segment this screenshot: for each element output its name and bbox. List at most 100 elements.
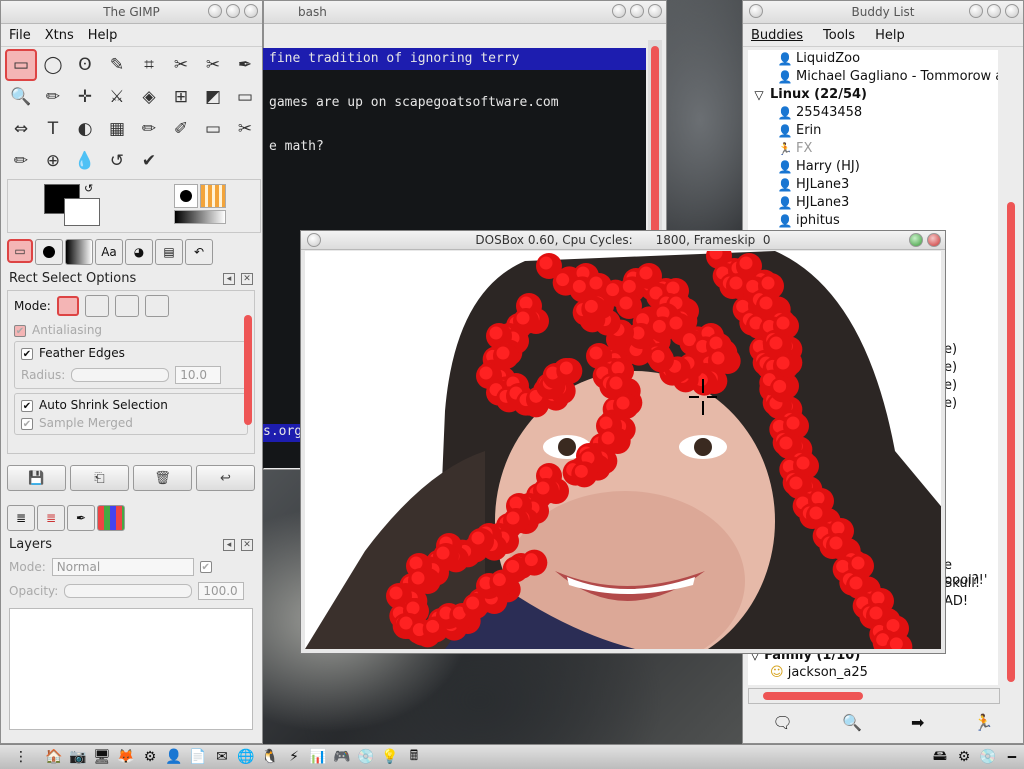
gimp-titlebar[interactable]: The GIMP [1, 1, 262, 24]
tool-8-icon[interactable]: 🔍 [5, 81, 37, 113]
menu-xtns[interactable]: Xtns [45, 28, 74, 43]
away-icon[interactable]: 🏃 [974, 713, 994, 732]
background-color-swatch[interactable] [64, 198, 100, 226]
save-options-button[interactable]: 💾 [7, 465, 66, 491]
taskbar-launcher-icon[interactable]: 💡 [379, 747, 401, 767]
buddy-row[interactable]: 👤 LiquidZoo [748, 50, 998, 68]
taskbar-launcher-icon[interactable]: 👤 [163, 747, 185, 767]
gradient-preview[interactable] [174, 210, 226, 224]
brush-preview[interactable] [174, 184, 198, 208]
tool-2-icon[interactable]: ʘ [69, 49, 101, 81]
mode-subtract-button[interactable] [114, 295, 139, 317]
mode-add-button[interactable] [84, 295, 109, 317]
taskbar-launcher-icon[interactable]: 💿 [355, 747, 377, 767]
tool-26-icon[interactable]: 💧 [69, 145, 101, 177]
dosbox-titlebar[interactable]: DOSBox 0.60, Cpu Cycles: 1800, Frameskip… [301, 231, 945, 250]
tray-icon[interactable]: 💿 [977, 747, 999, 767]
buddy-titlebar[interactable]: Buddy List [743, 1, 1023, 24]
family-buddy-row[interactable]: ☺ jackson_a25 [770, 665, 970, 683]
delete-options-button[interactable]: 🗑 [133, 465, 192, 491]
tool-7-icon[interactable]: ✒ [229, 49, 261, 81]
tool-18-icon[interactable]: ◐ [69, 113, 101, 145]
tool-3-icon[interactable]: ✎ [101, 49, 133, 81]
layer-mode-select[interactable]: Normal [51, 558, 194, 576]
maximize-button[interactable] [226, 4, 240, 18]
keep-transparency-checkbox[interactable]: ✔ [199, 561, 212, 573]
tab-channels-icon[interactable]: ≣ [37, 505, 65, 531]
tab-gradients-icon[interactable] [65, 239, 93, 265]
minimize-button[interactable] [969, 4, 983, 18]
maximize-button[interactable] [909, 233, 923, 247]
tool-6-icon[interactable]: ✂ [197, 49, 229, 81]
taskbar-launcher-icon[interactable]: 📷 [67, 747, 89, 767]
tool-11-icon[interactable]: ⚔ [101, 81, 133, 113]
layers-list[interactable] [9, 608, 253, 730]
panel-menu-icon[interactable]: ◂ [223, 272, 235, 285]
layers-menu-icon[interactable]: ◂ [223, 538, 235, 551]
tab-paths-icon[interactable]: ✒ [67, 505, 95, 531]
radius-field[interactable]: 10.0 [175, 366, 222, 384]
radius-slider[interactable] [71, 368, 170, 382]
auto-shrink-checkbox[interactable]: ✔ [21, 400, 33, 412]
buddy-group-row[interactable]: ▽ Linux (22/54) [748, 86, 998, 104]
buddy-row[interactable]: 👤 iphitus [748, 212, 998, 230]
buddy-scrollbar[interactable] [1004, 52, 1018, 684]
feather-edges-checkbox[interactable]: ✔ [21, 348, 33, 360]
send-im-icon[interactable]: 🗨 [773, 713, 793, 732]
pattern-preview[interactable] [200, 184, 226, 208]
tool-16-icon[interactable]: ⇔ [5, 113, 37, 145]
opacity-field[interactable]: 100.0 [198, 582, 245, 600]
reset-options-button[interactable]: ↩ [196, 465, 255, 491]
tool-0-icon[interactable]: ▭ [5, 49, 37, 81]
mode-intersect-button[interactable] [144, 295, 169, 317]
restore-options-button[interactable]: ⎗ [70, 465, 129, 491]
taskbar-launcher-icon[interactable]: 🖩 [403, 747, 425, 767]
buddy-row[interactable]: 👤 Michael Gagliano - Tommorow at [748, 68, 998, 86]
tool-10-icon[interactable]: ✛ [69, 81, 101, 113]
opacity-slider[interactable] [64, 584, 193, 598]
options-scrollbar[interactable] [244, 315, 252, 425]
tool-23-icon[interactable]: ✂ [229, 113, 261, 145]
tool-22-icon[interactable]: ▭ [197, 113, 229, 145]
tool-20-icon[interactable]: ✏ [133, 113, 165, 145]
tool-19-icon[interactable]: ▦ [101, 113, 133, 145]
taskbar-launcher-icon[interactable]: 🌐 [235, 747, 257, 767]
close-button[interactable] [1005, 4, 1019, 18]
window-menu-button[interactable] [749, 4, 763, 18]
close-button[interactable] [927, 233, 941, 247]
get-info-icon[interactable]: 🔍 [842, 713, 862, 732]
tool-12-icon[interactable]: ◈ [133, 81, 165, 113]
maximize-button[interactable] [630, 4, 644, 18]
tool-27-icon[interactable]: ↺ [101, 145, 133, 177]
tool-1-icon[interactable]: ◯ [37, 49, 69, 81]
layers-close-icon[interactable]: ✕ [241, 538, 253, 551]
taskbar-launcher-icon[interactable]: ✉ [211, 747, 233, 767]
tool-28-icon[interactable]: ✔ [133, 145, 165, 177]
window-menu-button[interactable] [307, 233, 321, 247]
menu-file[interactable]: File [9, 28, 31, 43]
taskbar-handle-icon[interactable]: ⋮ [1, 747, 41, 767]
menu-tools[interactable]: Tools [823, 28, 855, 43]
tool-13-icon[interactable]: ⊞ [165, 81, 197, 113]
tab-brushes-icon[interactable] [35, 239, 63, 265]
close-button[interactable] [648, 4, 662, 18]
panel-close-icon[interactable]: ✕ [241, 272, 253, 285]
taskbar-launcher-icon[interactable]: 🖥 [91, 747, 113, 767]
tool-5-icon[interactable]: ✂ [165, 49, 197, 81]
menu-buddies[interactable]: Buddies [751, 28, 803, 43]
taskbar-launcher-icon[interactable]: 🦊 [115, 747, 137, 767]
tab-palettes-icon[interactable]: ◕ [125, 239, 153, 265]
tab-fonts-icon[interactable]: Aa [95, 239, 123, 265]
tool-21-icon[interactable]: ✐ [165, 113, 197, 145]
tool-4-icon[interactable]: ⌗ [133, 49, 165, 81]
tab-layers-icon[interactable]: ≣ [7, 505, 35, 531]
buddy-row[interactable]: 👤 Erin [748, 122, 998, 140]
minimize-button[interactable] [208, 4, 222, 18]
buddy-row[interactable]: 👤 25543458 [748, 104, 998, 122]
tab-indexed-palette-icon[interactable] [97, 505, 125, 531]
tool-14-icon[interactable]: ◩ [197, 81, 229, 113]
buddy-row[interactable]: 🏃 FX [748, 140, 998, 158]
taskbar-launcher-icon[interactable]: 🎮 [331, 747, 353, 767]
close-button[interactable] [244, 4, 258, 18]
minimize-button[interactable] [612, 4, 626, 18]
